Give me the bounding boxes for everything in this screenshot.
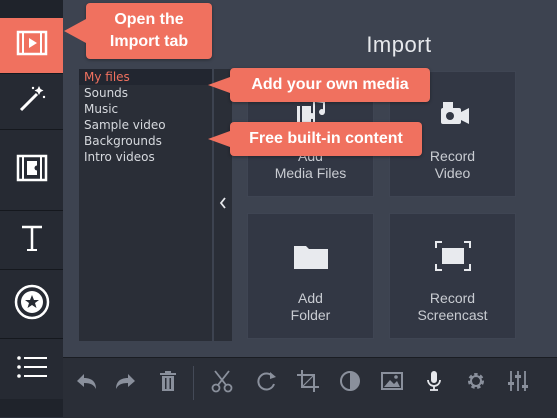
- sidebar-item-more[interactable]: [0, 339, 63, 399]
- folder-item-sample-video[interactable]: Sample video: [79, 117, 212, 133]
- screencast-icon: [390, 238, 515, 274]
- callout-free-content: Free built-in content: [230, 122, 422, 156]
- redo-icon: [113, 368, 139, 399]
- bottom-toolbar: [63, 357, 557, 418]
- left-sidebar: [0, 0, 63, 417]
- undo-button[interactable]: [69, 366, 103, 400]
- tile-label-line2: Video: [434, 165, 471, 181]
- rotate-icon: [253, 368, 279, 399]
- text-t-icon: [13, 219, 51, 262]
- callout-pointer: [208, 131, 230, 147]
- tile-label-line2: Screencast: [417, 307, 488, 323]
- list-icon: [13, 348, 51, 391]
- folder-icon: [248, 238, 373, 274]
- video-editor-app: Import My files Sounds Music Sample vide…: [0, 0, 557, 418]
- redo-button[interactable]: [109, 366, 143, 400]
- toolbar-divider: [193, 366, 194, 400]
- star-badge-icon: [13, 283, 51, 326]
- page-title: Import: [366, 32, 432, 57]
- equalizer-icon: [505, 368, 531, 399]
- crop-icon: [295, 368, 321, 399]
- gear-icon: [463, 368, 489, 399]
- record-audio-button[interactable]: [417, 366, 451, 400]
- callout-pointer: [208, 77, 230, 93]
- film-play-icon: [13, 24, 51, 67]
- record-screencast-button[interactable]: Record Screencast: [389, 213, 516, 339]
- sidebar-item-titles[interactable]: [0, 211, 63, 270]
- sidebar-item-stickers[interactable]: [0, 270, 63, 339]
- sidebar-item-import[interactable]: [0, 18, 63, 74]
- film-transition-icon: [13, 149, 51, 192]
- color-adjustments-button[interactable]: [333, 366, 367, 400]
- folder-item-sounds[interactable]: Sounds: [79, 85, 212, 101]
- collapse-panel-button[interactable]: [214, 69, 232, 341]
- folder-item-music[interactable]: Music: [79, 101, 212, 117]
- microphone-icon: [421, 368, 447, 399]
- folder-item-backgrounds[interactable]: Backgrounds: [79, 133, 212, 149]
- tile-label-line1: Add: [298, 290, 323, 306]
- rotate-button[interactable]: [249, 366, 283, 400]
- settings-button[interactable]: [459, 366, 493, 400]
- tile-label-line1: Record: [429, 290, 476, 306]
- tile-label-line2: Media Files: [274, 165, 347, 181]
- callout-open-import-tab: Open the Import tab: [86, 3, 212, 59]
- sidebar-item-filters[interactable]: [0, 74, 63, 130]
- crop-button[interactable]: [291, 366, 325, 400]
- folder-list: My files Sounds Music Sample video Backg…: [79, 69, 212, 341]
- callout-add-media: Add your own media: [230, 68, 430, 102]
- callout-line2: Import tab: [109, 33, 189, 50]
- image-icon: [379, 368, 405, 399]
- add-folder-button[interactable]: Add Folder: [247, 213, 374, 339]
- callout-pointer: [64, 19, 86, 43]
- split-button[interactable]: [205, 366, 239, 400]
- callout-line1: Open the: [114, 11, 184, 28]
- undo-icon: [73, 368, 99, 399]
- clip-properties-button[interactable]: [375, 366, 409, 400]
- folder-item-my-files[interactable]: My files: [79, 69, 212, 85]
- tile-label-line2: Folder: [290, 307, 331, 323]
- trash-icon: [155, 368, 181, 399]
- chevron-left-icon: [218, 196, 228, 215]
- audio-equalizer-button[interactable]: [501, 366, 535, 400]
- magic-wand-icon: [13, 80, 51, 123]
- folder-item-intro-videos[interactable]: Intro videos: [79, 149, 212, 165]
- delete-button[interactable]: [151, 366, 185, 400]
- scissors-icon: [209, 368, 235, 399]
- sidebar-item-transitions[interactable]: [0, 130, 63, 211]
- color-adjust-icon: [337, 368, 363, 399]
